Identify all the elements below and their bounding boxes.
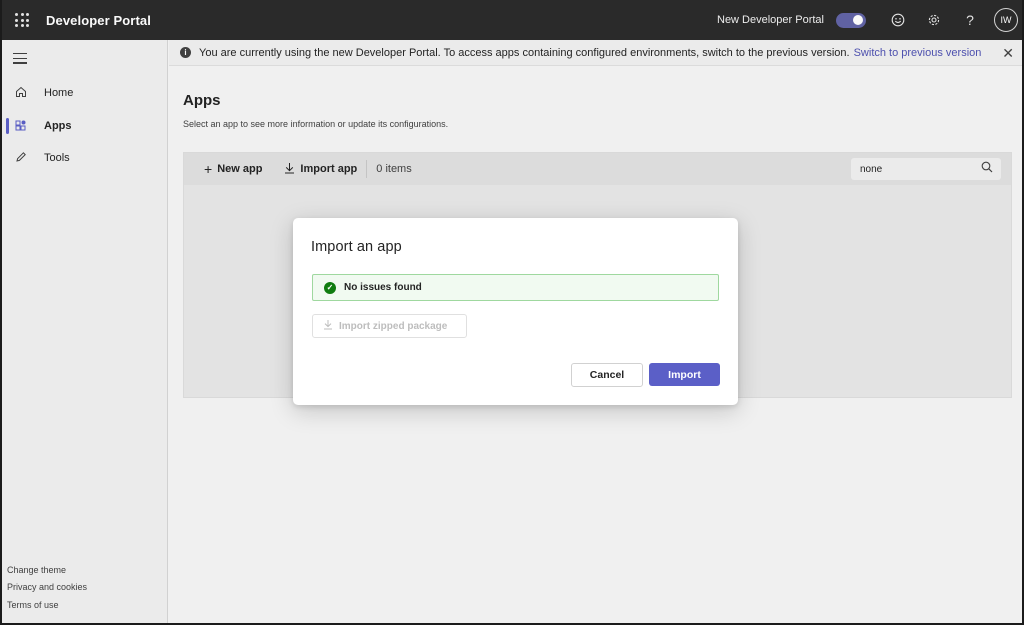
import-zip-label: Import zipped package: [339, 320, 448, 332]
download-icon: [323, 319, 333, 333]
cancel-button[interactable]: Cancel: [571, 363, 643, 387]
dialog-title: Import an app: [311, 239, 402, 255]
import-app-dialog: Import an app ✓ No issues found Import z…: [293, 218, 738, 405]
app-window: Developer Portal New Developer Portal ? …: [0, 0, 1024, 625]
import-button[interactable]: Import: [649, 363, 720, 386]
status-text: No issues found: [344, 282, 422, 293]
import-zipped-package-button[interactable]: Import zipped package: [312, 314, 467, 338]
check-circle-icon: ✓: [324, 281, 336, 294]
status-message: ✓ No issues found: [312, 274, 719, 301]
